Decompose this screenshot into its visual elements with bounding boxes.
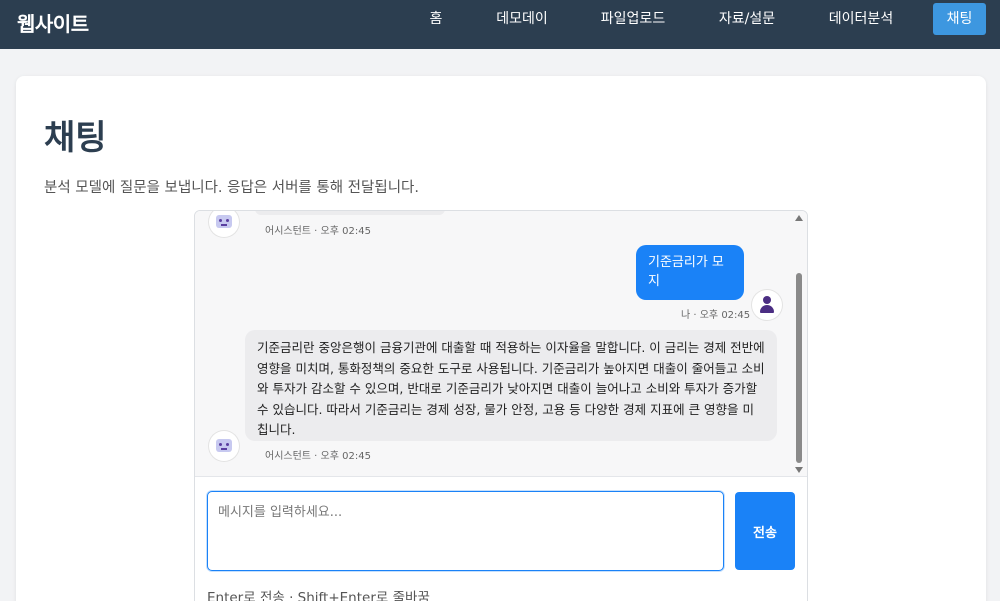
user-message-bubble: 기준금리가 모지: [636, 245, 744, 300]
scroll-up-arrow-icon[interactable]: [795, 215, 803, 221]
assistant-avatar: [209, 211, 239, 237]
main-card: 채팅 분석 모델에 질문을 보냅니다. 응답은 서버를 통해 전달됩니다. 어시…: [16, 76, 986, 601]
assistant-message-bubble: 기준금리란 중앙은행이 금융기관에 대출할 때 적용하는 이자율을 말합니다. …: [245, 330, 777, 441]
page-description: 분석 모델에 질문을 보냅니다. 응답은 서버를 통해 전달됩니다.: [44, 180, 419, 196]
nav-item-home[interactable]: 홈: [416, 3, 456, 35]
nav-item-survey[interactable]: 자료/설문: [706, 3, 788, 35]
user-icon: [763, 296, 771, 304]
scroll-down-arrow-icon[interactable]: [795, 467, 803, 473]
nav-item-file-upload[interactable]: 파일업로드: [588, 3, 678, 35]
message-list[interactable]: 어시스턴트 · 오후 02:45 기준금리가 모지 나 · 오후 02:45 기…: [195, 211, 807, 477]
brand-logo[interactable]: 웹사이트: [17, 8, 89, 37]
message-meta: 나 · 오후 02:45: [681, 310, 751, 321]
page-title: 채팅: [44, 118, 107, 158]
chat-panel: 어시스턴트 · 오후 02:45 기준금리가 모지 나 · 오후 02:45 기…: [194, 210, 808, 601]
nav-item-demoday[interactable]: 데모데이: [484, 3, 560, 35]
nav-item-chat[interactable]: 채팅: [933, 3, 986, 35]
nav-item-data-analysis[interactable]: 데이터분석: [816, 3, 906, 35]
message-input[interactable]: [207, 491, 724, 571]
assistant-message-bubble: [255, 211, 445, 215]
message-meta: 어시스턴트 · 오후 02:45: [265, 451, 371, 462]
scroll-thumb[interactable]: [796, 273, 802, 463]
message-scrollbar[interactable]: [793, 211, 807, 476]
top-nav: 웹사이트 홈 데모데이 파일업로드 자료/설문 데이터분석 채팅: [0, 0, 1000, 49]
assistant-avatar: [209, 431, 239, 461]
send-button[interactable]: 전송: [735, 492, 795, 570]
user-avatar: [752, 290, 782, 320]
message-meta: 어시스턴트 · 오후 02:45: [265, 226, 371, 237]
keyboard-hint: Enter로 전송 · Shift+Enter로 줄바꿈: [207, 590, 430, 601]
